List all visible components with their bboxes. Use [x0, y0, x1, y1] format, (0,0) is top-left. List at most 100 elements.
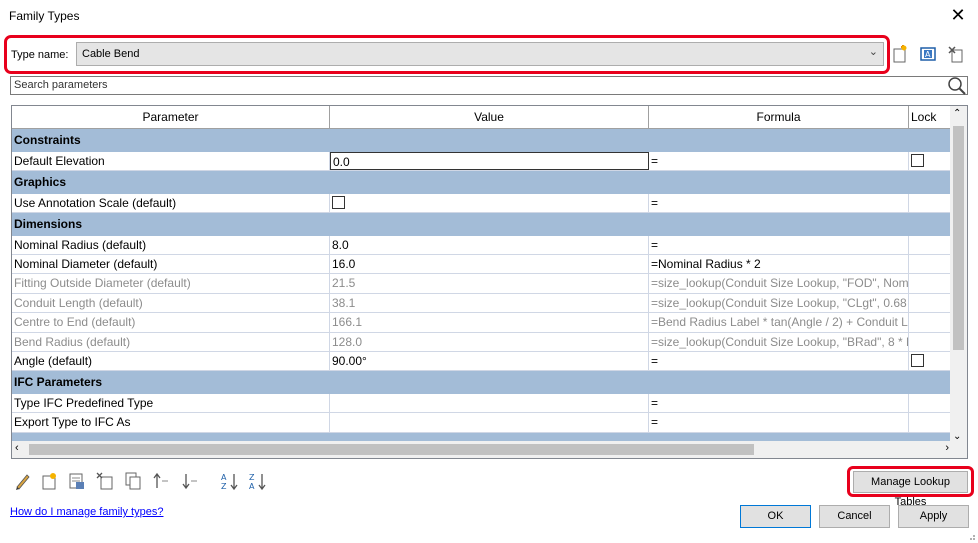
value-cell[interactable]: 128.0	[330, 332, 649, 351]
formula-cell[interactable]: =	[649, 351, 909, 371]
apply-button[interactable]: Apply	[898, 505, 969, 528]
group-header-row[interactable]: Graphics	[12, 170, 952, 194]
table-row[interactable]: Default Elevation 0.0 =	[12, 151, 952, 171]
delete-parameter-icon[interactable]	[67, 471, 87, 491]
value-checkbox[interactable]	[332, 195, 345, 209]
parameter-name-cell[interactable]: Angle (default)	[12, 351, 330, 371]
table-row[interactable]: Type IFC Predefined Type =	[12, 393, 952, 414]
type-name-label: Type name:	[11, 49, 69, 61]
value-cell[interactable]	[330, 413, 649, 432]
lock-checkbox[interactable]	[911, 354, 924, 368]
column-header-value[interactable]: Value	[330, 106, 649, 129]
formula-cell[interactable]: =size_lookup(Conduit Size Lookup, "FOD",…	[649, 274, 909, 293]
scroll-left-icon[interactable]: ‹	[15, 442, 19, 454]
lock-cell[interactable]	[909, 313, 952, 332]
formula-cell[interactable]: =Nominal Radius * 2	[649, 254, 909, 274]
lock-cell[interactable]	[909, 193, 952, 212]
table-row[interactable]: Use Annotation Scale (default) =	[12, 193, 952, 213]
copy-parameter-icon[interactable]	[123, 471, 143, 491]
table-row[interactable]: Nominal Radius (default) 8.0 =	[12, 235, 952, 255]
type-name-dropdown[interactable]: Cable Bend ⌄	[76, 42, 884, 66]
lock-cell[interactable]	[909, 151, 952, 170]
move-down-icon[interactable]	[180, 471, 200, 491]
scroll-up-icon[interactable]: ⌃	[953, 108, 961, 119]
scroll-right-icon[interactable]: ›	[945, 442, 949, 454]
group-header-row[interactable]: Constraints	[12, 129, 952, 152]
lock-cell[interactable]	[909, 235, 952, 254]
lock-cell[interactable]	[909, 393, 952, 413]
svg-text:Z: Z	[221, 482, 227, 491]
value-cell[interactable]: 0.0	[330, 151, 649, 170]
formula-cell[interactable]: =	[649, 193, 909, 212]
lock-cell[interactable]	[909, 351, 952, 371]
sort-descending-icon[interactable]: Z A	[248, 471, 268, 491]
delete-type-icon[interactable]	[947, 45, 965, 63]
column-header-formula[interactable]: Formula	[649, 106, 909, 129]
move-up-icon[interactable]	[151, 471, 171, 491]
new-type-icon[interactable]	[891, 45, 909, 63]
table-row[interactable]: Angle (default) 90.00° =	[12, 351, 952, 372]
lock-cell[interactable]	[909, 293, 952, 313]
ok-button[interactable]: OK	[740, 505, 811, 528]
table-row[interactable]: Nominal Diameter (default) 16.0 =Nominal R…	[12, 254, 952, 275]
vertical-scrollbar[interactable]: ⌃ ⌄	[950, 106, 967, 444]
formula-cell[interactable]: =	[649, 151, 909, 170]
horizontal-scrollbar[interactable]: ‹ ›	[12, 441, 967, 458]
parameter-name-cell[interactable]: Type IFC Predefined Type	[12, 393, 330, 413]
parameter-name-cell[interactable]: Bend Radius (default)	[12, 332, 330, 351]
sort-ascending-icon[interactable]: A Z	[220, 471, 240, 491]
cancel-button[interactable]: Cancel	[819, 505, 890, 528]
value-cell[interactable]: 90.00°	[330, 351, 649, 371]
formula-cell[interactable]: =size_lookup(Conduit Size Lookup, "CLgt"…	[649, 293, 909, 313]
value-cell[interactable]: 8.0	[330, 235, 649, 254]
column-header-parameter[interactable]: Parameter	[12, 106, 330, 129]
value-cell[interactable]: 166.1	[330, 313, 649, 332]
value-cell[interactable]: 21.5	[330, 274, 649, 293]
formula-cell[interactable]: =	[649, 393, 909, 413]
lock-cell[interactable]	[909, 254, 952, 274]
table-row[interactable]: Conduit Length (default) 38.1 =size_lookup…	[12, 293, 952, 314]
edit-parameter-icon[interactable]	[13, 471, 33, 491]
window-title: Family Types	[9, 9, 80, 23]
formula-cell[interactable]: =size_lookup(Conduit Size Lookup, "BRad"…	[649, 332, 909, 351]
vertical-scroll-thumb[interactable]	[953, 126, 964, 350]
formula-cell[interactable]: =Bend Radius Label * tan(Angle / 2) + Co…	[649, 313, 909, 332]
grid-rows: Constraints Default Elevation 0.0 = Graphics…	[12, 129, 952, 456]
parameter-name-cell[interactable]: Fitting Outside Diameter (default)	[12, 274, 330, 293]
resize-grip-icon[interactable]	[966, 531, 976, 541]
close-icon[interactable]: ✕	[946, 4, 970, 28]
table-row[interactable]: Export Type to IFC As =	[12, 413, 952, 433]
table-row[interactable]: Fitting Outside Diameter (default) 21.5 =s…	[12, 274, 952, 294]
group-header-row[interactable]: Dimensions	[12, 212, 952, 236]
lock-cell[interactable]	[909, 274, 952, 293]
group-header-row[interactable]: IFC Parameters	[12, 371, 952, 394]
parameter-name-cell[interactable]: Use Annotation Scale (default)	[12, 193, 330, 212]
lock-cell[interactable]	[909, 413, 952, 432]
group-header-label: Constraints	[14, 133, 81, 147]
value-cell[interactable]	[330, 393, 649, 413]
parameter-name-cell[interactable]: Default Elevation	[12, 151, 330, 170]
new-shared-parameter-icon[interactable]	[95, 471, 115, 491]
formula-cell[interactable]: =	[649, 413, 909, 432]
parameter-name-cell[interactable]: Conduit Length (default)	[12, 293, 330, 313]
lock-cell[interactable]	[909, 332, 952, 351]
search-input[interactable]: Search parameters	[10, 76, 968, 95]
parameter-name-cell[interactable]: Export Type to IFC As	[12, 413, 330, 432]
manage-lookup-tables-button[interactable]: Manage Lookup Tables	[853, 471, 968, 508]
value-cell[interactable]: 38.1	[330, 293, 649, 313]
value-checkbox-cell[interactable]	[330, 193, 649, 212]
parameter-name-cell[interactable]: Nominal Diameter (default)	[12, 254, 330, 274]
search-icon[interactable]	[947, 76, 967, 96]
parameter-name-cell[interactable]: Nominal Radius (default)	[12, 235, 330, 254]
table-row[interactable]: Centre to End (default) 166.1 =Bend Radius…	[12, 313, 952, 333]
value-cell[interactable]: 16.0	[330, 254, 649, 274]
rename-type-icon[interactable]: A	[919, 45, 937, 63]
formula-cell[interactable]: =	[649, 235, 909, 254]
parameter-name-cell[interactable]: Centre to End (default)	[12, 313, 330, 332]
table-row[interactable]: Bend Radius (default) 128.0 =size_lookup(C…	[12, 332, 952, 352]
lock-checkbox[interactable]	[911, 153, 924, 167]
new-parameter-icon[interactable]	[40, 471, 60, 491]
horizontal-scroll-thumb[interactable]	[29, 444, 754, 455]
chevron-down-icon: ⌄	[868, 46, 878, 58]
help-link[interactable]: How do I manage family types?	[10, 506, 163, 518]
